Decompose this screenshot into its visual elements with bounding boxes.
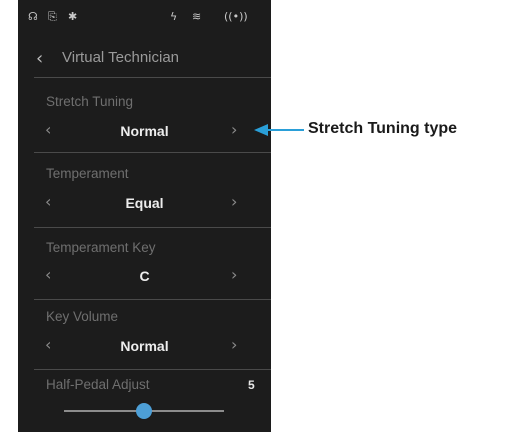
- callout-line: [268, 129, 304, 131]
- power-icon: ϟ: [170, 10, 178, 23]
- callout-label: Stretch Tuning type: [308, 120, 458, 137]
- setting-key-volume: Key Volume ‹ Normal ›: [18, 300, 271, 370]
- page-title: Virtual Technician: [62, 49, 180, 66]
- setting-label: Temperament Key: [46, 240, 156, 255]
- status-bar: ☊ ⎘ ✱ ϟ ≋ ((•)): [18, 0, 271, 36]
- next-arrow-icon[interactable]: ›: [231, 335, 237, 354]
- setting-half-pedal-adjust: Half-Pedal Adjust 5: [18, 370, 271, 432]
- headphones-icon: ☊: [28, 10, 38, 23]
- usb-icon: ⎘: [48, 10, 57, 23]
- next-arrow-icon[interactable]: ›: [231, 192, 237, 211]
- setting-temperament-key: Temperament Key ‹ C ›: [18, 228, 271, 299]
- setting-temperament: Temperament ‹ Equal ›: [18, 153, 271, 227]
- callout-arrow-icon: [254, 124, 268, 136]
- half-pedal-value: 5: [248, 378, 255, 392]
- setting-label: Half-Pedal Adjust: [46, 377, 150, 392]
- screen-header: ‹ Virtual Technician: [18, 40, 271, 76]
- back-button[interactable]: ‹: [36, 48, 43, 69]
- setting-label: Key Volume: [46, 309, 119, 324]
- bluetooth-icon: ✱: [68, 10, 78, 23]
- setting-stretch-tuning: Stretch Tuning ‹ Normal ›: [18, 78, 271, 152]
- next-arrow-icon[interactable]: ›: [231, 120, 237, 139]
- device-screen: ☊ ⎘ ✱ ϟ ≋ ((•)) ‹ Virtual Technician Str…: [18, 0, 271, 432]
- next-arrow-icon[interactable]: ›: [231, 265, 237, 284]
- audio-wave-icon: ≋: [192, 10, 202, 23]
- setting-label: Temperament: [46, 166, 129, 181]
- setting-label: Stretch Tuning: [46, 94, 134, 109]
- wireless-icon: ((•)): [224, 10, 248, 23]
- half-pedal-slider-thumb[interactable]: [136, 403, 152, 419]
